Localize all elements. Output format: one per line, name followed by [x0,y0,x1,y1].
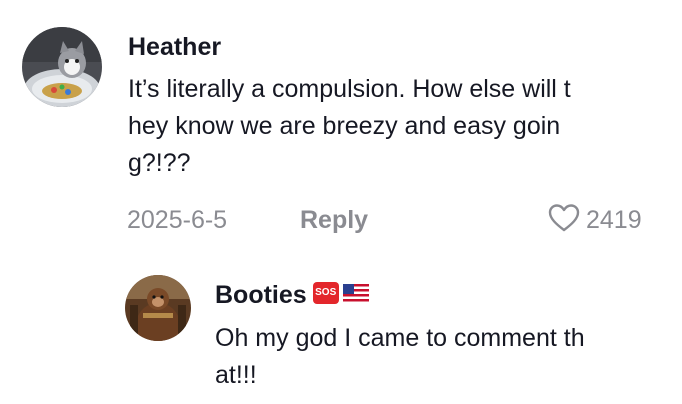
reply-text: Oh my god I came to comment th at!!! [215,320,585,394]
reply-line: at!!! [215,361,257,389]
reply-username: Booties SOS [215,281,369,310]
reply-line: Oh my god I came to comment th [215,324,585,352]
comment-username[interactable]: Heather [128,33,221,62]
like-count: 2419 [586,206,642,234]
monkey-avatar-icon[interactable] [125,275,191,341]
us-flag-icon [342,284,369,303]
heart-outline-icon [548,203,580,238]
comment-text: It’s literally a compulsion. How else wi… [128,71,571,182]
comments-thread: Heather It’s literally a compulsion. How… [0,0,682,404]
sos-emoji-icon: SOS [312,282,339,305]
comment-line: It’s literally a compulsion. How else wi… [128,75,571,103]
reply-button[interactable]: Reply [300,206,368,235]
like-button[interactable]: 2419 [548,203,642,238]
reply-username-text[interactable]: Booties [215,281,307,309]
comment-line: hey know we are breezy and easy goin [128,112,561,140]
comment-date: 2025-6-5 [127,206,228,234]
comment-line: g?!?? [128,149,191,177]
cat-avatar-icon[interactable] [22,27,102,107]
